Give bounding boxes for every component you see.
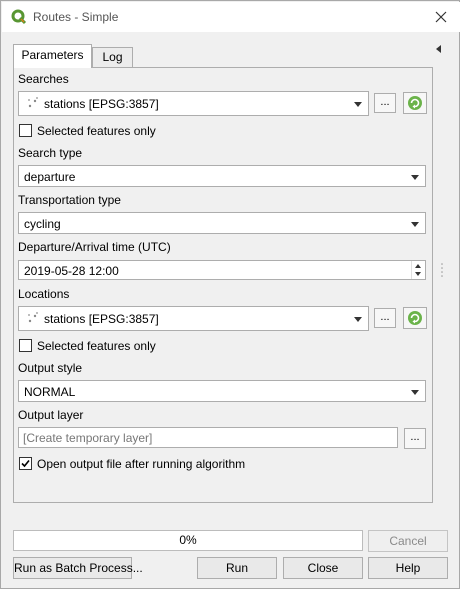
output-style-select[interactable]: NORMAL [18, 380, 426, 402]
window-title: Routes - Simple [33, 10, 119, 24]
spin-down-icon [415, 272, 421, 276]
checkmark-icon [21, 459, 30, 468]
locations-label: Locations [18, 287, 70, 301]
chevron-down-icon [411, 222, 419, 227]
output-layer-browse-label: ... [410, 431, 420, 443]
cancel-label: Cancel [389, 534, 427, 548]
open-output-checkbox[interactable] [19, 457, 32, 470]
cancel-button[interactable]: Cancel [368, 530, 448, 552]
output-layer-browse-button[interactable]: ... [404, 428, 426, 449]
point-layer-icon [28, 312, 38, 323]
locations-selected-only-label: Selected features only [37, 339, 156, 353]
locations-browse-label: ... [380, 311, 390, 323]
open-output-label: Open output file after running algorithm [37, 457, 246, 471]
close-icon [435, 11, 447, 23]
departure-time-value: 2019-05-28 12:00 [24, 264, 119, 278]
tab-log-label: Log [102, 50, 123, 64]
searches-browse-label: ... [380, 96, 390, 108]
close-button[interactable]: Close [283, 557, 363, 579]
spin-up-icon [415, 264, 421, 268]
run-batch-label: Run as Batch Process... [14, 561, 143, 575]
locations-iterate-button[interactable] [403, 307, 427, 329]
chevron-down-icon [354, 102, 362, 107]
close-window-button[interactable] [428, 4, 454, 30]
output-layer-label: Output layer [18, 408, 84, 422]
search-type-label: Search type [18, 146, 83, 160]
search-type-select[interactable]: departure [18, 165, 426, 187]
collapse-panel-icon[interactable] [435, 44, 443, 54]
chevron-down-icon [411, 175, 419, 180]
tab-parameters-label: Parameters [21, 48, 84, 62]
time-label: Departure/Arrival time (UTC) [18, 240, 171, 254]
output-layer-input[interactable]: [Create temporary layer] [18, 427, 398, 448]
transport-type-select[interactable]: cycling [18, 212, 426, 234]
output-style-value: NORMAL [24, 385, 76, 399]
close-label: Close [307, 561, 339, 575]
searches-layer-combo[interactable]: stations [EPSG:3857] [18, 91, 369, 116]
departure-time-input[interactable]: 2019-05-28 12:00 [18, 260, 426, 280]
output-style-label: Output style [18, 361, 83, 375]
chevron-down-icon [411, 390, 419, 395]
searches-iterate-button[interactable] [403, 92, 427, 114]
transport-type-label: Transportation type [18, 193, 121, 207]
run-button[interactable]: Run [197, 557, 277, 579]
locations-value: stations [EPSG:3857] [44, 312, 159, 326]
iterate-refresh-icon [408, 311, 422, 325]
iterate-refresh-icon [408, 96, 422, 110]
output-layer-placeholder: [Create temporary layer] [23, 431, 153, 445]
searches-selected-only-checkbox[interactable] [19, 124, 32, 137]
tab-log[interactable]: Log [92, 47, 133, 67]
help-button[interactable]: Help [368, 557, 448, 579]
run-batch-button[interactable]: Run as Batch Process... [13, 557, 143, 579]
searches-label: Searches [18, 72, 69, 86]
point-layer-icon [28, 97, 38, 108]
progress-bar: 0% [13, 530, 363, 551]
transport-type-value: cycling [24, 217, 61, 231]
qgis-logo-icon [11, 9, 27, 25]
routes-dialog: Routes - Simple Parameters Log Searches … [0, 0, 460, 589]
time-spinner[interactable] [411, 261, 425, 279]
help-label: Help [395, 561, 421, 575]
chevron-down-icon [354, 317, 362, 322]
locations-selected-only-checkbox[interactable] [19, 339, 32, 352]
searches-selected-only-label: Selected features only [37, 124, 156, 138]
resize-grip-icon[interactable] [441, 260, 443, 280]
progress-text: 0% [179, 533, 197, 547]
run-label: Run [225, 561, 248, 575]
title-bar: Routes - Simple [2, 2, 460, 32]
searches-browse-button[interactable]: ... [374, 93, 396, 113]
locations-browse-button[interactable]: ... [374, 308, 396, 328]
tab-parameters[interactable]: Parameters [13, 44, 92, 68]
locations-layer-combo[interactable]: stations [EPSG:3857] [18, 306, 369, 331]
search-type-value: departure [24, 170, 76, 184]
searches-value: stations [EPSG:3857] [44, 97, 159, 111]
